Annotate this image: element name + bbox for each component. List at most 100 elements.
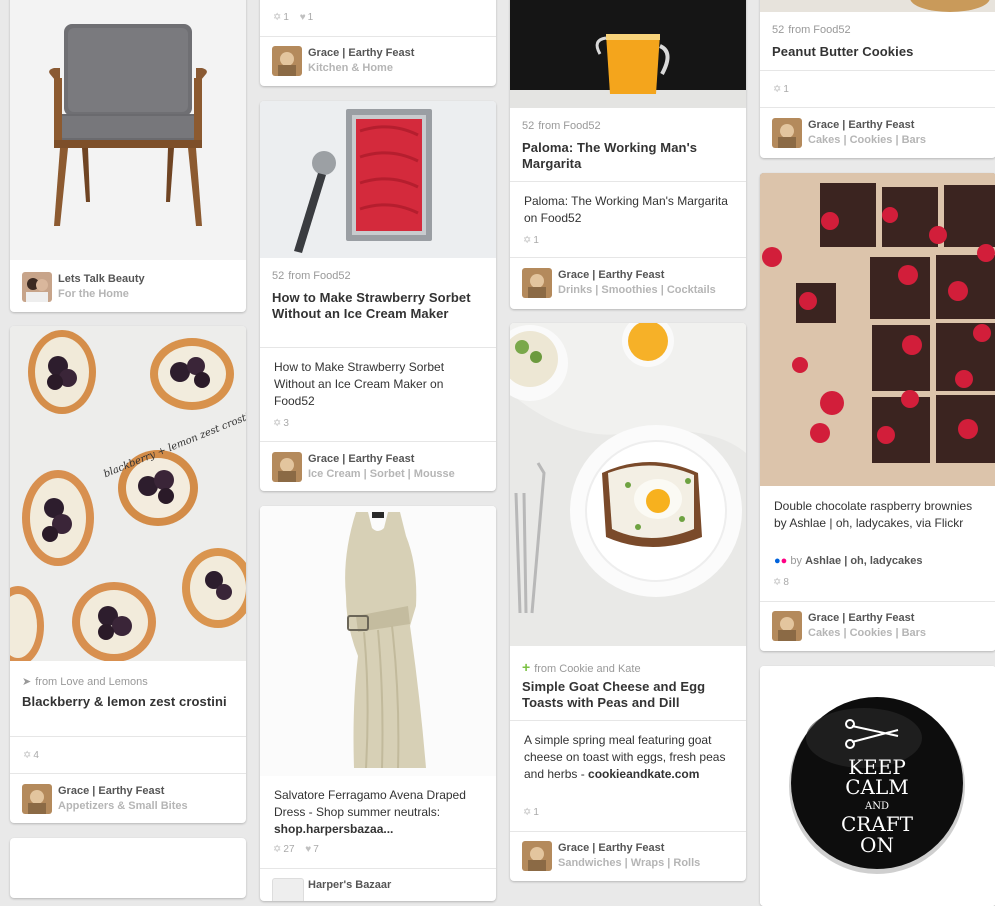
pin-kitchen[interactable]: ✡ 1 ♥ 1 Grace | Earthy Feast Kitchen & Hom… [260,0,496,86]
pin-image[interactable] [510,0,746,108]
board-user: Grace | Earthy Feast [558,269,665,281]
divider [760,70,995,71]
pushpin-icon: ✡ [523,235,532,246]
board-name: Appetizers & Small Bites [58,800,188,812]
pin-sorbet[interactable]: 52 from Food52 How to Make Strawberry Sor… [260,101,496,491]
food52-logo: 52 [772,24,785,36]
pin-stats: ✡ 1 [523,807,539,818]
divider [260,347,496,348]
pin-dress[interactable]: Salvatore Ferragamo Avena Draped Dress -… [260,506,496,901]
board-user: Grace | Earthy Feast [58,785,165,797]
pushpin-icon: ✡ [273,844,282,855]
pin-source[interactable]: ➤ from Love and Lemons [22,675,148,688]
repin-count: 8 [783,577,789,588]
pin-stats: ✡ 4 [23,750,39,761]
pin-stats: ✡ 8 [773,577,789,588]
divider [10,736,246,737]
pin-stats: ✡ 1 [523,235,539,246]
board-user: Grace | Earthy Feast [308,453,415,465]
board-name: Drinks | Smoothies | Cocktails [558,284,716,296]
pushpin-icon: ✡ [23,750,32,761]
pin-keep-calm[interactable]: KEEP CALM AND CRAFT ON [760,666,995,906]
divider [260,868,496,869]
pin-title[interactable]: How to Make Strawberry Sorbet Without an… [272,290,484,322]
pin-description: Double chocolate raspberry brownies by A… [774,499,973,530]
pin-image[interactable]: blackberry + lemon zest crostini [10,326,246,661]
pin-via[interactable]: ●● by Ashlae | oh, ladycakes [774,555,922,567]
board-user: Grace | Earthy Feast [808,119,915,131]
pin-image[interactable] [510,323,746,646]
pin-crostini[interactable]: blackberry + lemon zest crostini ➤ from L… [10,326,246,823]
food52-logo: 52 [522,120,535,132]
repin-count: 1 [283,12,289,23]
like-count: 1 [307,12,314,23]
repin-count: 1 [533,807,539,818]
pin-description: Paloma: The Working Man's Margarita on F… [524,194,728,225]
badge-text-3: AND [864,801,889,812]
repin-count: 3 [283,418,289,429]
divider [510,720,746,721]
pin-title[interactable]: Paloma: The Working Man's Margarita [522,140,734,172]
like-count: 7 [313,844,319,855]
board-user: Lets Talk Beauty [58,273,145,285]
pin-source[interactable]: 52 from Food52 [772,24,851,36]
avatar [772,611,802,641]
pin-title[interactable]: Blackberry & lemon zest crostini [22,694,234,710]
avatar [522,841,552,871]
pin-source-text: from Love and Lemons [35,676,148,688]
food52-logo: 52 [272,270,285,282]
repin-count: 4 [33,750,39,761]
pin-description: A simple spring meal featuring goat chee… [524,732,736,783]
divider [760,601,995,602]
via-name[interactable]: Ashlae | oh, ladycakes [805,555,922,567]
board-name: For the Home [58,288,129,300]
board-user: Grace | Earthy Feast [308,47,415,59]
pin-image[interactable] [760,0,995,12]
avatar [522,268,552,298]
pin-stats: ✡ 27 ♥ 7 [273,844,319,855]
pin-paloma[interactable]: 52 from Food52 Paloma: The Working Man's … [510,0,746,309]
pin-stats: ✡ 3 [273,418,289,429]
pin-partial[interactable] [10,838,246,898]
pin-cookies[interactable]: 52 from Food52 Peanut Butter Cookies ✡ 1 G… [760,0,995,158]
flickr-icon: ●● [774,555,788,567]
pin-source[interactable]: 52 from Food52 [272,270,351,282]
pin-goat-cheese[interactable]: + from Cookie and Kate Simple Goat Cheese… [510,323,746,881]
pin-brownies[interactable]: Double chocolate raspberry brownies by A… [760,173,995,651]
pushpin-icon: ✡ [523,807,532,818]
board-user: Grace | Earthy Feast [808,612,915,624]
board-name: Kitchen & Home [308,62,393,74]
pin-image[interactable] [10,0,246,260]
heart-icon: ♥ [305,844,312,855]
pushpin-icon: ✡ [273,418,282,429]
divider [260,441,496,442]
board-name: Cakes | Cookies | Bars [808,627,927,639]
pin-link[interactable]: cookieandkate.com [588,767,699,781]
pin-title[interactable]: Peanut Butter Cookies [772,44,984,60]
repin-count: 27 [283,844,295,855]
divider [10,773,246,774]
pin-source[interactable]: + from Cookie and Kate [522,659,641,675]
avatar [272,452,302,482]
badge-text-2: CALM [845,775,909,799]
via-prefix: by [790,555,802,567]
pin-link[interactable]: shop.harpersbazaa... [274,822,393,836]
pin-chair[interactable]: Lets Talk Beauty For the Home [10,0,246,312]
pin-image[interactable]: KEEP CALM AND CRAFT ON [760,666,995,906]
pin-stats: ✡ 1 [773,84,789,95]
pin-source-text: from Food52 [288,270,351,282]
pin-image[interactable] [260,101,496,258]
board-user: Grace | Earthy Feast [558,842,665,854]
pin-image[interactable] [260,506,496,776]
avatar [22,784,52,814]
pin-source[interactable]: 52 from Food52 [522,120,601,132]
pin-title[interactable]: Simple Goat Cheese and Egg Toasts with P… [522,679,734,711]
pushpin-icon: ✡ [773,84,782,95]
divider [510,257,746,258]
divider [510,831,746,832]
bird-icon: ➤ [22,676,32,688]
pin-stats: ✡ 1 ♥ 1 [273,12,313,23]
pin-image[interactable] [760,173,995,486]
avatar [772,118,802,148]
repin-count: 1 [533,235,539,246]
